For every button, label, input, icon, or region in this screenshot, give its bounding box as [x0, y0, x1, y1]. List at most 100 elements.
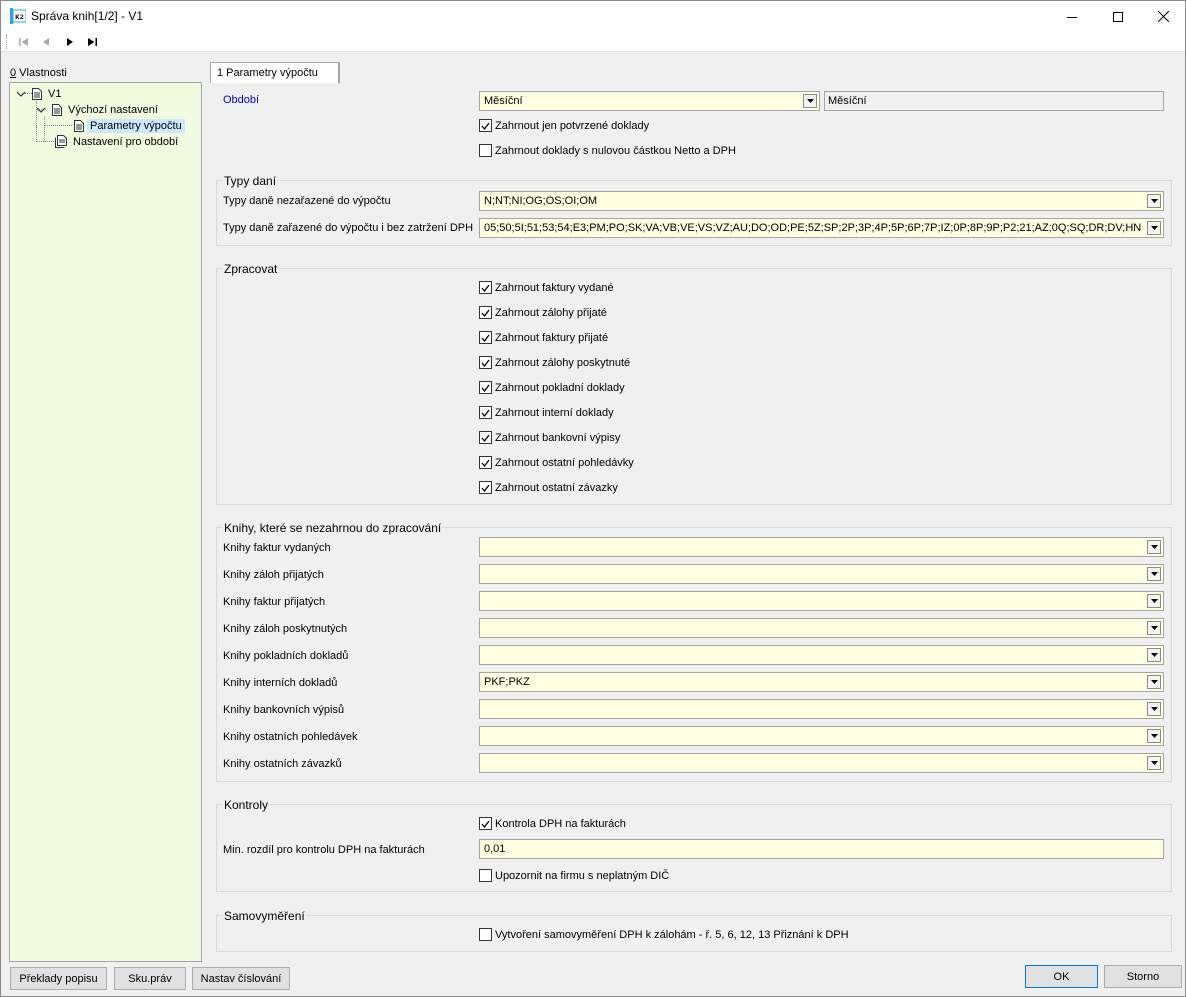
first-record-button[interactable] — [16, 35, 32, 49]
checkbox-box[interactable] — [479, 281, 492, 294]
tree-connector — [36, 141, 54, 142]
checkmark-icon — [481, 434, 490, 442]
maximize-icon — [1113, 11, 1123, 22]
close-button[interactable] — [1140, 1, 1186, 32]
maximize-button[interactable] — [1095, 1, 1141, 32]
checkbox-zpracovat-item[interactable]: Zahrnout ostatní závazky — [479, 481, 618, 494]
dropdown-button[interactable] — [1147, 702, 1161, 716]
sku-prav-button[interactable]: Sku.práv — [114, 967, 186, 990]
tab-parametry-vypoctu[interactable]: 1 Parametry výpočtu — [210, 62, 339, 83]
checkbox-zpracovat-item[interactable]: Zahrnout zálohy poskytnuté — [479, 356, 630, 369]
typy-dane-nezarazene-combobox[interactable]: N;NT;NI;OG;OS;OI;OM — [479, 191, 1164, 211]
checkbox-box[interactable] — [479, 481, 492, 494]
chevron-down-icon — [1150, 226, 1158, 230]
dropdown-button[interactable] — [1147, 756, 1161, 770]
checkmark-icon — [481, 459, 490, 467]
checkmark-icon — [481, 409, 490, 417]
checkbox-zpracovat-item[interactable]: Zahrnout zálohy přijaté — [479, 306, 607, 319]
checkbox-box[interactable] — [479, 431, 492, 444]
dropdown-button[interactable] — [1147, 729, 1161, 743]
storno-button[interactable]: Storno — [1104, 965, 1182, 988]
previous-record-button[interactable] — [38, 35, 54, 49]
checkbox-label: Zahrnout faktury vydané — [495, 281, 614, 294]
dropdown-button[interactable] — [1147, 221, 1161, 235]
dropdown-button[interactable] — [1147, 540, 1161, 554]
dropdown-button[interactable] — [1147, 194, 1161, 208]
checkbox-label: Zahrnout bankovní výpisy — [495, 431, 621, 444]
checkbox-box[interactable] — [479, 306, 492, 319]
knihy-combobox[interactable] — [479, 591, 1164, 611]
knihy-combobox[interactable]: PKF;PKZ — [479, 672, 1164, 692]
checkbox-box[interactable] — [479, 869, 492, 882]
documents-icon — [55, 135, 67, 148]
checkbox-box[interactable] — [479, 356, 492, 369]
checkbox-samovymereni[interactable]: Vytvoření samovyměření DPH k zálohám - ř… — [479, 928, 849, 941]
knihy-combobox[interactable] — [479, 753, 1164, 773]
tree-node-parametry-vypoctu[interactable]: Parametry výpočtu — [74, 118, 185, 133]
tree-node-vychozi-nastaveni[interactable]: Výchozí nastavení — [36, 102, 161, 117]
knihy-combobox[interactable] — [479, 645, 1164, 665]
checkbox-box[interactable] — [479, 456, 492, 469]
dropdown-button[interactable] — [1147, 621, 1161, 635]
checkbox-zpracovat-item[interactable]: Zahrnout pokladní doklady — [479, 381, 625, 394]
chevron-down-icon[interactable] — [36, 106, 46, 114]
tree-node-label: Nastavení pro období — [73, 135, 179, 148]
obdobi-label: Období — [223, 94, 260, 106]
checkbox-label: Zahrnout ostatní závazky — [495, 481, 618, 494]
checkbox-label: Zahrnout faktury přijaté — [495, 331, 609, 344]
checkbox-zpracovat-item[interactable]: Zahrnout interní doklady — [479, 406, 614, 419]
typy-dane-zarazene-combobox[interactable]: 05;50;5I;51;53;54;E3;PM;PO;SK;VA;VB;VE;V… — [479, 218, 1164, 238]
knihy-combobox[interactable] — [479, 618, 1164, 638]
checkbox-label: Zahrnout pokladní doklady — [495, 381, 625, 394]
field-label: Knihy interních dokladů — [223, 677, 338, 689]
dropdown-button[interactable] — [1147, 675, 1161, 689]
chevron-down-icon — [1150, 199, 1158, 203]
properties-tree: V1 Výchozí nastavení Parametry výpočtu N… — [9, 82, 202, 962]
knihy-combobox[interactable] — [479, 537, 1164, 557]
knihy-combobox[interactable] — [479, 699, 1164, 719]
dropdown-button[interactable] — [1147, 594, 1161, 608]
checkbox-zpracovat-item[interactable]: Zahrnout bankovní výpisy — [479, 431, 620, 444]
checkbox-neplatne-dic[interactable]: Upozornit na firmu s neplatným DIČ — [479, 869, 669, 882]
svg-text:K2: K2 — [15, 14, 24, 21]
checkbox-kontrola-dph[interactable]: Kontrola DPH na fakturách — [479, 817, 626, 830]
chevron-down-icon[interactable] — [16, 90, 26, 98]
tree-node-nastaveni-pro-obdobi[interactable]: Nastavení pro období — [55, 134, 181, 149]
checkbox-zpracovat-item[interactable]: Zahrnout faktury vydané — [479, 281, 614, 294]
minimize-icon — [1067, 16, 1077, 18]
min-rozdil-label: Min. rozdíl pro kontrolu DPH na fakturác… — [223, 844, 425, 856]
checkbox-zpracovat-item[interactable]: Zahrnout ostatní pohledávky — [479, 456, 634, 469]
last-record-button[interactable] — [85, 35, 101, 49]
tree-node-v1[interactable]: V1 — [16, 86, 64, 101]
properties-label: 0 Vlastnosti — [10, 67, 67, 79]
min-rozdil-input[interactable]: 0,01 — [479, 839, 1164, 859]
checkbox-box[interactable] — [479, 928, 492, 941]
checkbox-box[interactable] — [479, 119, 492, 132]
dropdown-button[interactable] — [803, 94, 817, 108]
checkbox-box[interactable] — [479, 381, 492, 394]
knihy-combobox[interactable] — [479, 564, 1164, 584]
obdobi-readonly-field: Měsíční — [824, 91, 1164, 111]
checkbox-box[interactable] — [479, 144, 492, 157]
checkbox-nulova-castka[interactable]: Zahrnout doklady s nulovou částkou Netto… — [479, 144, 736, 157]
nastav-cislovani-button[interactable]: Nastav číslování — [192, 967, 290, 990]
next-record-button[interactable] — [62, 35, 78, 49]
knihy-combobox[interactable] — [479, 726, 1164, 746]
dropdown-button[interactable] — [1147, 648, 1161, 662]
obdobi-combobox[interactable]: Měsíční — [479, 91, 820, 111]
checkbox-zpracovat-item[interactable]: Zahrnout faktury přijaté — [479, 331, 608, 344]
first-record-icon — [19, 38, 28, 46]
checkbox-label: Vytvoření samovyměření DPH k zálohám - ř… — [495, 928, 849, 941]
last-record-icon — [88, 38, 97, 46]
checkbox-potvrzene-doklady[interactable]: Zahrnout jen potvrzené doklady — [479, 119, 649, 132]
toolbar-grip[interactable] — [6, 35, 8, 49]
dropdown-button[interactable] — [1147, 567, 1161, 581]
checkbox-box[interactable] — [479, 406, 492, 419]
group-title: Zpracovat — [223, 262, 279, 276]
preklady-popisu-button[interactable]: Překlady popisu — [10, 967, 107, 990]
ok-button[interactable]: OK — [1025, 965, 1098, 988]
checkbox-box[interactable] — [479, 817, 492, 830]
checkbox-box[interactable] — [479, 331, 492, 344]
minimize-button[interactable] — [1049, 1, 1095, 32]
form-panel: Období Měsíční Měsíční Zahrnout jen potv… — [204, 82, 1185, 962]
